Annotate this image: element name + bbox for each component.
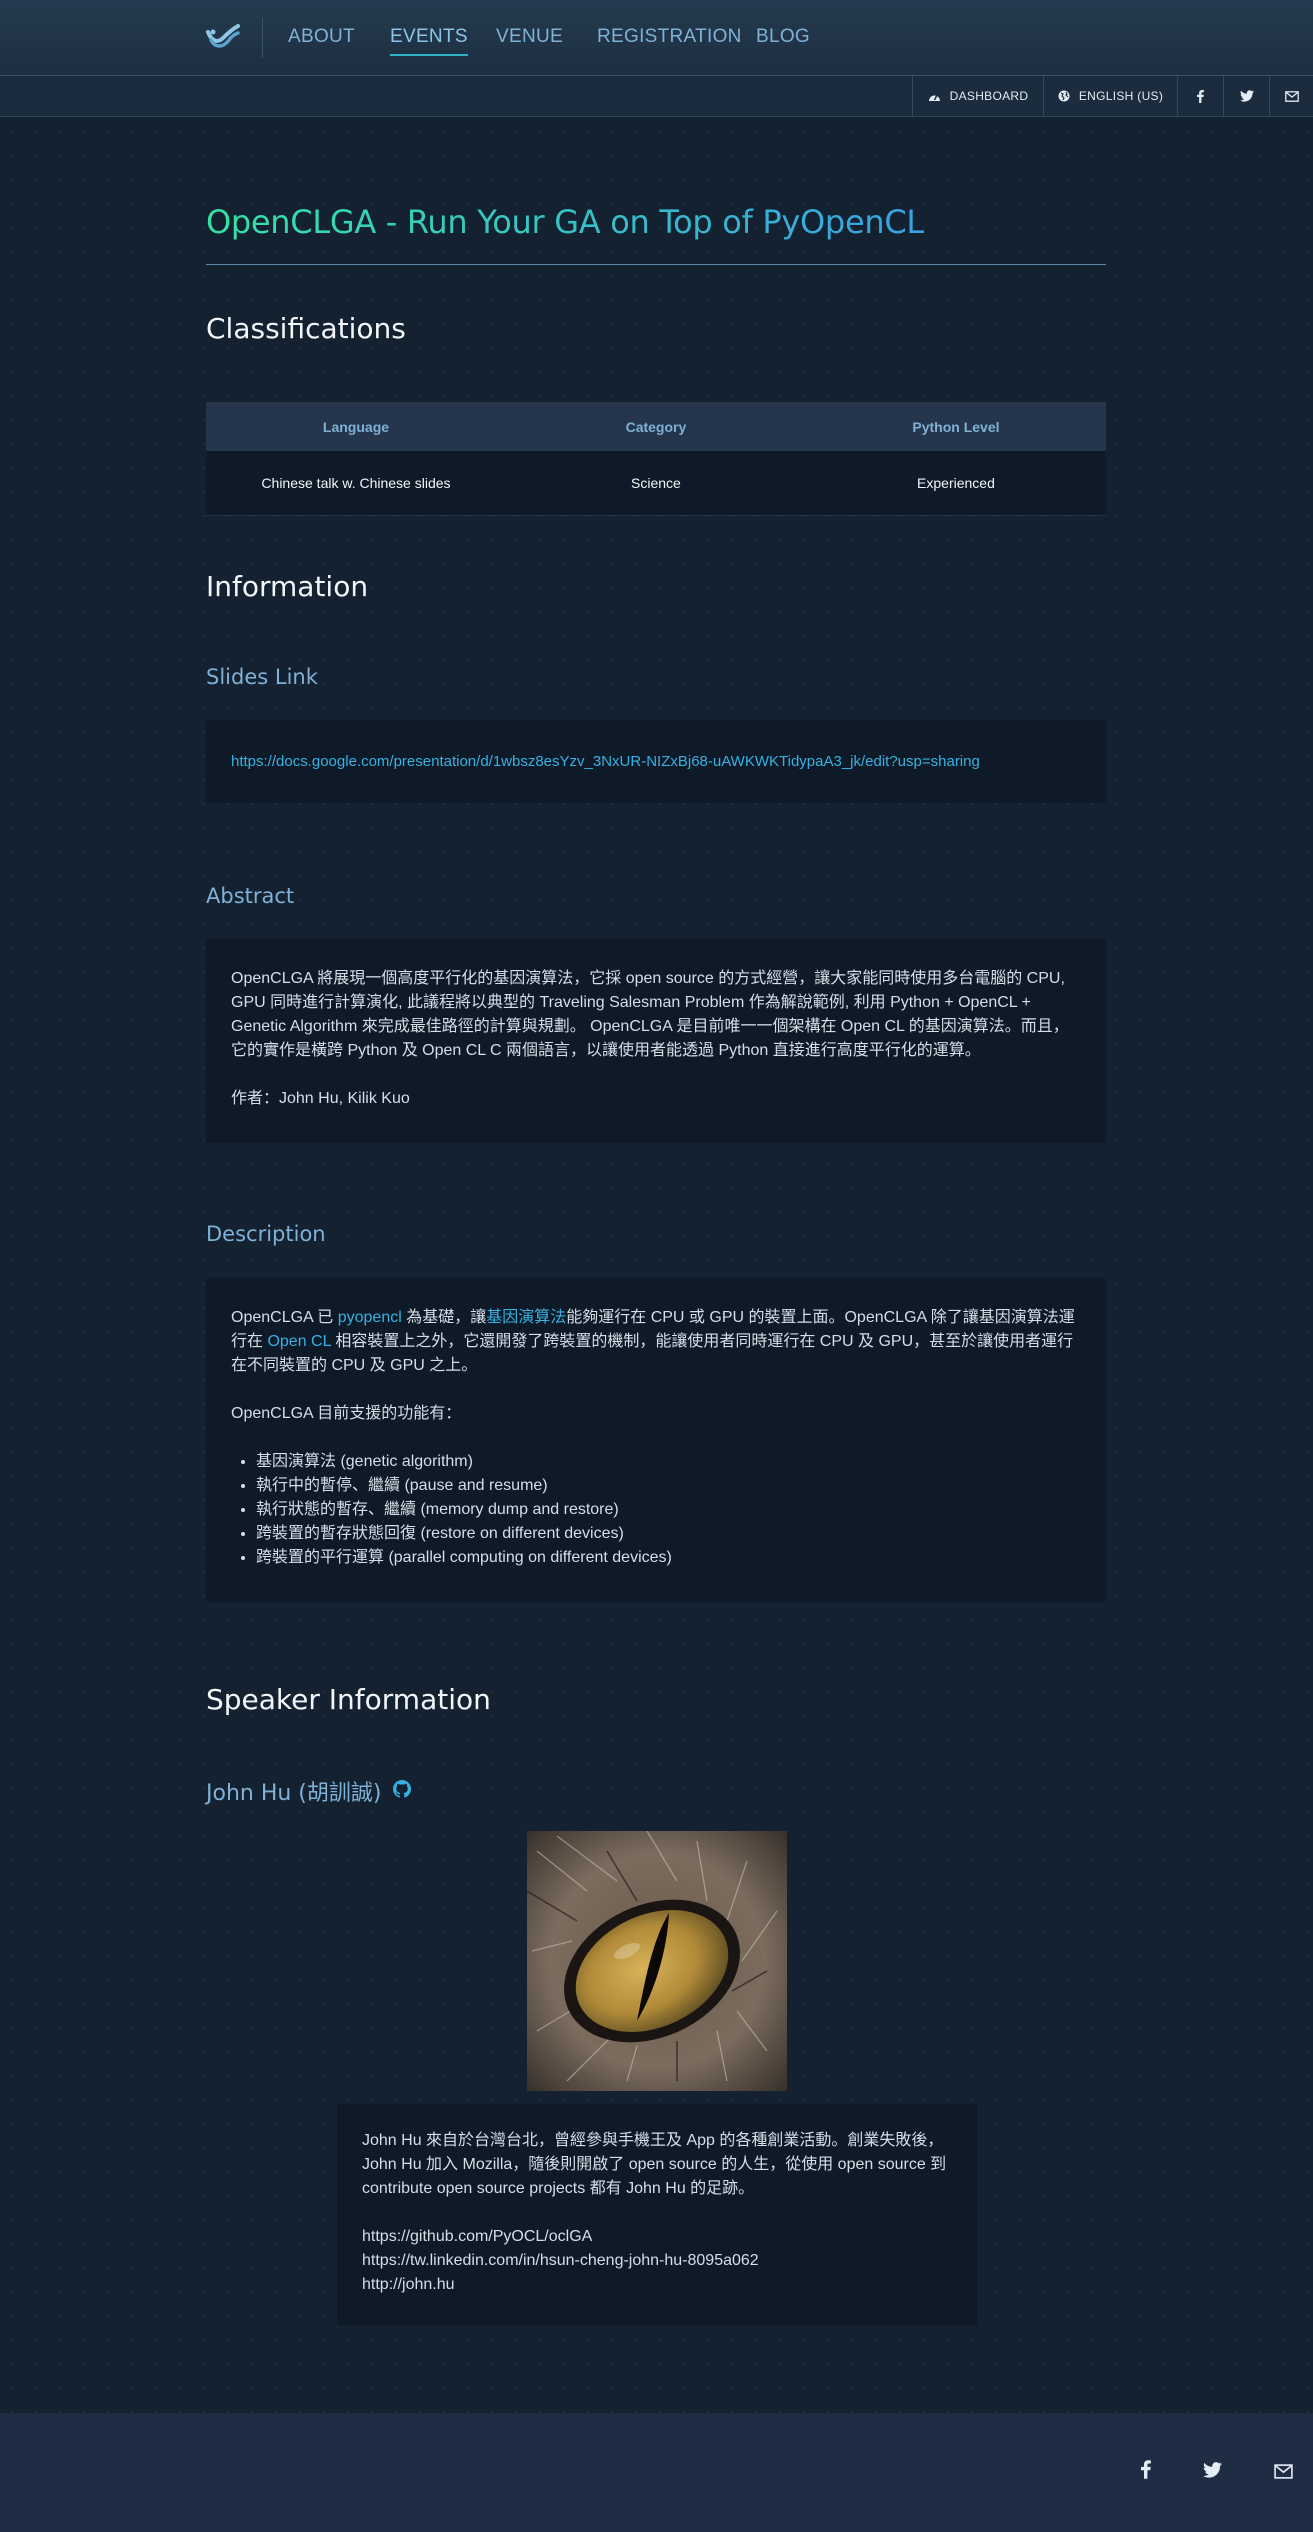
nav-venue[interactable]: VENUE [496, 26, 563, 48]
language-selector[interactable]: ENGLISH (US) [1043, 76, 1177, 116]
bio-line: John Hu 加入 Mozilla，隨後則開啟了 open source 的人… [362, 2156, 947, 2173]
list-item: 跨裝置的暫存狀態回復 (restore on different devices… [256, 1522, 1081, 1546]
speaker-links: https://github.com/PyOCL/oclGA https://t… [362, 2225, 952, 2297]
description-text: 相容裝置上之外，它還開發了跨裝置的機制，能讓使用者同時運行在 CPU 及 GPU… [330, 1333, 1074, 1350]
dashboard-label: DASHBOARD [949, 89, 1029, 103]
utility-bar: DASHBOARD ENGLISH (US) [0, 76, 1313, 117]
list-item: 跨裝置的平行運算 (parallel computing on differen… [256, 1546, 1081, 1570]
description-paragraph: OpenCLGA 已 pyopencl 為基礎，讓基因演算法能夠運行在 CPU … [231, 1306, 1081, 1378]
description-text: 能夠運行在 CPU 或 GPU 的裝置上面。OpenCLGA 除了讓基因演算法運 [566, 1309, 1075, 1326]
dashboard-link[interactable]: DASHBOARD [912, 76, 1043, 116]
description-panel: OpenCLGA 已 pyopencl 為基礎，讓基因演算法能夠運行在 CPU … [206, 1278, 1106, 1602]
speaker-bio-text: John Hu 來自於台灣台北，曾經參與手機王及 App 的各種創業活動。創業失… [362, 2129, 952, 2201]
list-item: 執行狀態的暫存、繼續 (memory dump and restore) [256, 1498, 1081, 1522]
globe-icon [1058, 90, 1070, 102]
nav-divider [262, 18, 263, 58]
list-item: 執行中的暫停、繼續 (pause and resume) [256, 1474, 1081, 1498]
top-navigation: ABOUT EVENTS VENUE REGISTRATION BLOG [0, 0, 1313, 76]
category-value: Science [505, 451, 806, 516]
table-header-row: Language Category Python Level [206, 402, 1106, 451]
nav-registration[interactable]: REGISTRATION [597, 26, 742, 48]
language-value: Chinese talk w. Chinese slides [206, 451, 506, 516]
speaker-information-heading: Speaker Information [206, 1683, 491, 1716]
speaker-linkedin-url: https://tw.linkedin.com/in/hsun-cheng-jo… [362, 2252, 759, 2269]
bio-line: John Hu 來自於台灣台北，曾經參與手機王及 App 的各種創業活動。創業失… [362, 2132, 944, 2149]
pyopencl-link[interactable]: pyopencl [338, 1309, 402, 1326]
bio-line: contribute open source projects 都有 John … [362, 2180, 755, 2197]
language-label: ENGLISH (US) [1078, 89, 1164, 103]
envelope-icon [1274, 2464, 1293, 2479]
facebook-icon [1141, 2460, 1151, 2479]
abstract-panel: OpenCLGA 將展現一個高度平行化的基因演算法，它採 open source… [206, 939, 1106, 1143]
abstract-line: GPU 同時進行計算演化, 此議程將以典型的 Traveling Salesma… [231, 994, 1031, 1011]
speaker-website-url: http://john.hu [362, 2276, 455, 2293]
site-logo-icon[interactable] [205, 18, 241, 54]
features-list: 基因演算法 (genetic algorithm) 執行中的暫停、繼續 (pau… [231, 1450, 1081, 1570]
speaker-bio-panel: John Hu 來自於台灣台北，曾經參與手機王及 App 的各種創業活動。創業失… [337, 2104, 977, 2325]
footer-facebook-link[interactable] [1141, 2460, 1151, 2484]
abstract-line: Genetic Algorithm 來完成最佳路徑的計算與規劃。 OpenCLG… [231, 1018, 1069, 1035]
email-link[interactable] [1269, 76, 1313, 116]
twitter-icon [1203, 2462, 1222, 2478]
description-text: 行在 [231, 1333, 268, 1350]
genetic-algorithm-link[interactable]: 基因演算法 [486, 1309, 566, 1326]
envelope-icon [1285, 90, 1299, 102]
title-divider [206, 264, 1106, 265]
table-row: Chinese talk w. Chinese slides Science E… [206, 451, 1106, 516]
description-text: 在不同裝置的 CPU 及 GPU 之上。 [231, 1357, 478, 1374]
speaker-github-url: https://github.com/PyOCL/oclGA [362, 2228, 593, 2245]
speaker-name: John Hu (胡訓誠) [206, 1781, 382, 1806]
classifications-heading: Classifications [206, 312, 406, 345]
twitter-link[interactable] [1223, 76, 1269, 116]
abstract-heading: Abstract [206, 884, 295, 908]
slides-link-panel: https://docs.google.com/presentation/d/1… [206, 720, 1106, 803]
opencl-link[interactable]: Open CL [267, 1333, 330, 1350]
nav-about[interactable]: ABOUT [288, 26, 355, 48]
abstract-authors: 作者：John Hu, Kilik Kuo [231, 1090, 410, 1107]
description-text: OpenCLGA 已 [231, 1309, 338, 1326]
table-header-category: Category [505, 402, 806, 451]
information-heading: Information [206, 570, 369, 603]
github-icon[interactable] [393, 1780, 411, 1798]
list-item: 基因演算法 (genetic algorithm) [256, 1450, 1081, 1474]
footer [0, 2413, 1313, 2532]
table-header-language: Language [206, 402, 506, 451]
table-header-python-level: Python Level [805, 402, 1106, 451]
cat-eye-image [527, 1831, 787, 2091]
footer-twitter-link[interactable] [1203, 2462, 1222, 2483]
description-text: 為基礎，讓 [401, 1309, 487, 1326]
features-intro: OpenCLGA 目前支援的功能有： [231, 1405, 462, 1422]
dashboard-icon [928, 94, 940, 101]
abstract-line: OpenCLGA 將展現一個高度平行化的基因演算法，它採 open source… [231, 970, 1065, 987]
facebook-link[interactable] [1177, 76, 1223, 116]
abstract-line: 它的實作是橫跨 Python 及 Open CL C 兩個語言，以讓使用者能透過… [231, 1042, 981, 1059]
abstract-text: OpenCLGA 將展現一個高度平行化的基因演算法，它採 open source… [231, 967, 1081, 1063]
twitter-icon [1239, 90, 1254, 102]
slides-link-heading: Slides Link [206, 665, 318, 689]
nav-events[interactable]: EVENTS [390, 26, 468, 56]
page-title: OpenCLGA - Run Your GA on Top of PyOpenC… [206, 203, 924, 241]
slides-url-link[interactable]: https://docs.google.com/presentation/d/1… [231, 753, 980, 770]
facebook-icon [1197, 89, 1204, 103]
description-heading: Description [206, 1222, 326, 1246]
nav-blog[interactable]: BLOG [756, 26, 810, 48]
footer-email-link[interactable] [1274, 2464, 1293, 2484]
python-level-value: Experienced [805, 451, 1106, 516]
speaker-avatar [527, 1831, 787, 2091]
classifications-table: Language Category Python Level Chinese t… [206, 402, 1106, 516]
